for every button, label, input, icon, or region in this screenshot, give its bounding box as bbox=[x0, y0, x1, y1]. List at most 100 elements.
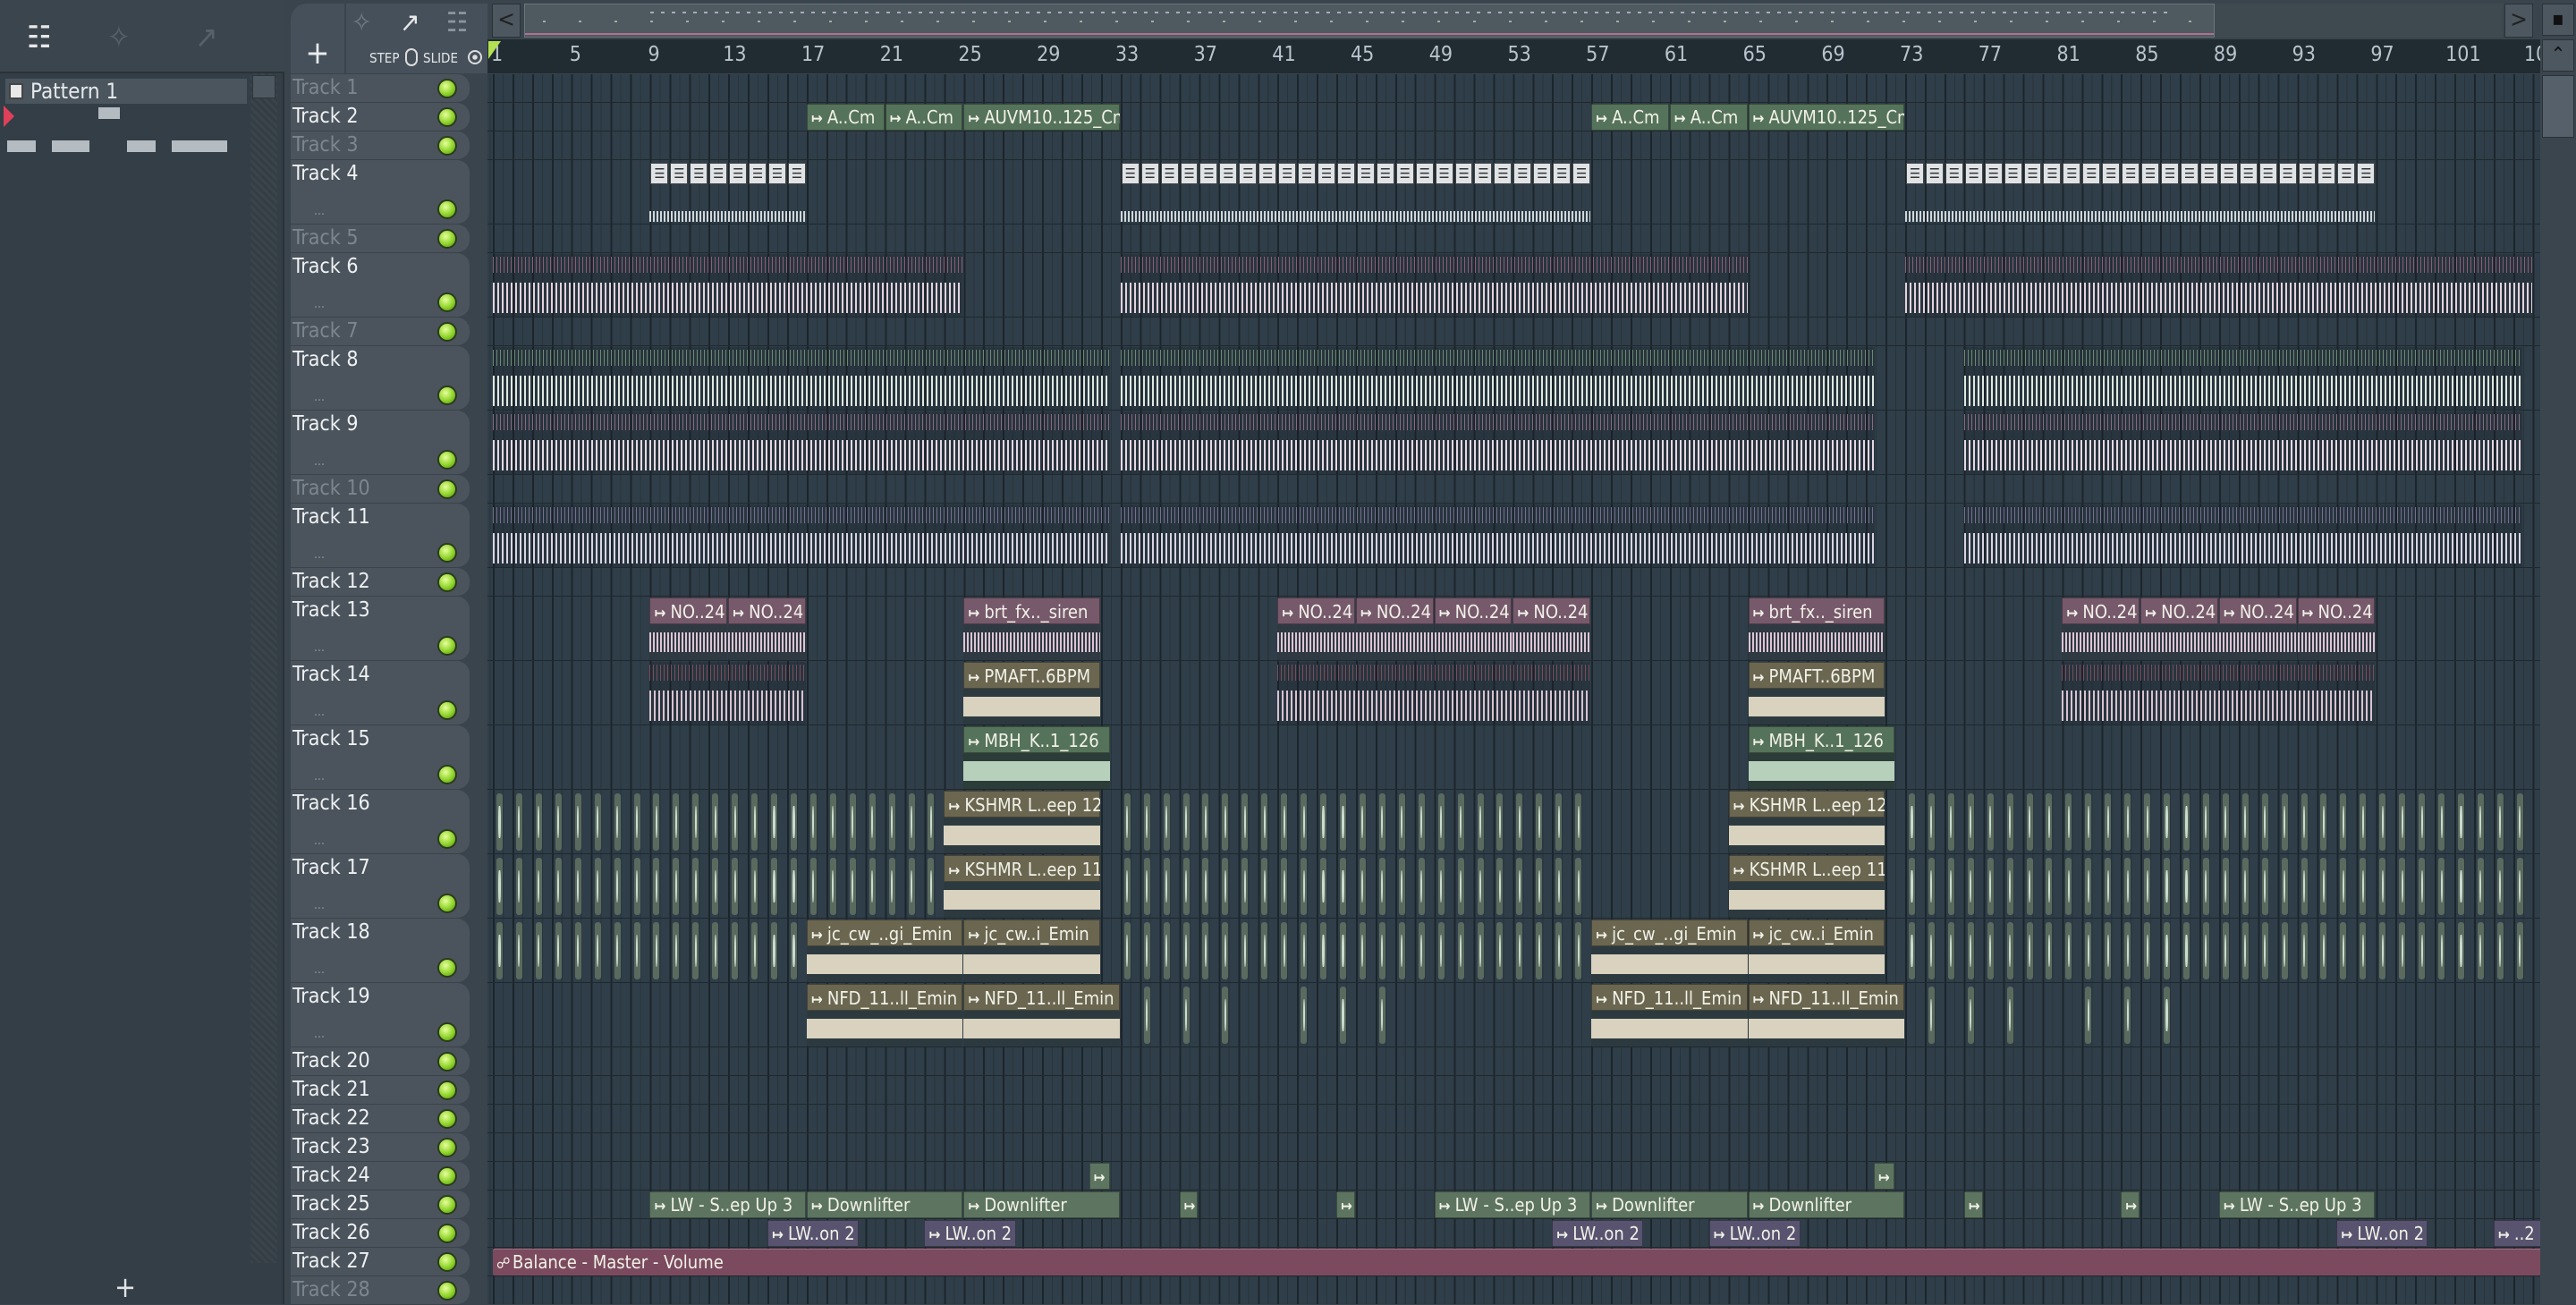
clip-blip[interactable] bbox=[2124, 922, 2131, 979]
audio-clip[interactable]: ↦ bbox=[1873, 1163, 1894, 1190]
clip-blip[interactable] bbox=[869, 858, 876, 915]
track-header[interactable]: Track 25 bbox=[291, 1191, 470, 1219]
clip-blip[interactable] bbox=[2065, 858, 2072, 915]
clip-blip[interactable] bbox=[1202, 793, 1209, 851]
track-name[interactable]: Track 22 bbox=[292, 1106, 370, 1130]
track-lane[interactable] bbox=[487, 1076, 2540, 1105]
pattern-clip[interactable]: ☰ ☰ ☰ ☰ ☰ ☰ ☰ ☰ bbox=[649, 161, 806, 224]
audio-clip[interactable]: ↦ LW..on 2 bbox=[767, 1220, 860, 1247]
track-name[interactable]: Track 3 bbox=[292, 133, 359, 157]
clip-blip[interactable] bbox=[869, 793, 876, 851]
audio-clip[interactable]: ↦ NFD_11..ll_Emin bbox=[806, 984, 963, 1047]
clip-blip[interactable] bbox=[1967, 987, 1974, 1044]
track-header[interactable]: Track 15... bbox=[291, 725, 470, 790]
audio-clip[interactable]: ↦ Downlifter bbox=[806, 1191, 963, 1218]
audio-clip[interactable] bbox=[493, 254, 963, 317]
track-header[interactable]: Track 6... bbox=[291, 253, 470, 318]
clip-blip[interactable] bbox=[1378, 987, 1385, 1044]
audio-clip[interactable]: ↦ KSHMR L..eep 12 bbox=[1728, 791, 1885, 853]
clip-blip[interactable] bbox=[2379, 922, 2386, 979]
track-header[interactable]: Track 7 bbox=[291, 318, 470, 346]
clip-blip[interactable] bbox=[1928, 858, 1935, 915]
audio-clip[interactable]: ↦ NO..24 bbox=[1513, 597, 1591, 660]
audio-clip[interactable]: ↦ A..Cm bbox=[806, 104, 885, 131]
clip-blip[interactable] bbox=[2399, 922, 2406, 979]
clip-blip[interactable] bbox=[2516, 922, 2523, 979]
clip-blip[interactable] bbox=[2144, 858, 2151, 915]
clip-blip[interactable] bbox=[1182, 922, 1190, 979]
clip-blip[interactable] bbox=[2419, 858, 2426, 915]
clip-blip[interactable] bbox=[2458, 858, 2464, 915]
audio-clip[interactable]: ↦ NO..24 bbox=[2062, 597, 2140, 660]
pattern-clip[interactable]: ☰ ☰ ☰ ☰ ☰ ☰ ☰ ☰ ☰ ☰ ☰ ☰ ☰ ☰ ☰ ☰ ☰ ☰ ☰ ☰ ☰ ☰ ☰ ☰ bbox=[1120, 161, 1591, 224]
clip-blip[interactable] bbox=[1947, 858, 1954, 915]
clip-blip[interactable] bbox=[574, 858, 581, 915]
track-mute-led[interactable] bbox=[437, 1022, 457, 1042]
automation-icon[interactable]: ↗ bbox=[400, 7, 420, 38]
clip-blip[interactable] bbox=[2477, 922, 2484, 979]
clip-blip[interactable] bbox=[1163, 922, 1170, 979]
audio-clip[interactable]: ↦ MBH_K..1_126 bbox=[1748, 726, 1894, 789]
playlist-overview[interactable] bbox=[524, 4, 2215, 38]
clip-blip[interactable] bbox=[1222, 987, 1229, 1044]
clip-blip[interactable] bbox=[2516, 858, 2523, 915]
clip-blip[interactable] bbox=[633, 858, 640, 915]
pattern-scrollbar[interactable] bbox=[250, 73, 277, 1263]
audio-clip[interactable]: ↦ brt_fx.._siren bbox=[963, 597, 1100, 660]
clip-blip[interactable] bbox=[692, 922, 699, 979]
track-mute-led[interactable] bbox=[437, 479, 457, 499]
clip-blip[interactable] bbox=[2202, 858, 2209, 915]
clip-blip[interactable] bbox=[2046, 858, 2053, 915]
audio-clip[interactable] bbox=[493, 504, 1110, 567]
clip-blip[interactable] bbox=[2419, 793, 2426, 851]
track-more[interactable]: ... bbox=[314, 390, 325, 404]
clip-blip[interactable] bbox=[2164, 922, 2171, 979]
audio-clip[interactable]: ↦ NO..24 bbox=[1434, 597, 1513, 660]
clip-blip[interactable] bbox=[1320, 922, 1327, 979]
track-more[interactable]: ... bbox=[314, 640, 325, 655]
slide-toggle[interactable] bbox=[468, 50, 482, 64]
audio-clip[interactable] bbox=[1963, 411, 2522, 474]
clip-blip[interactable] bbox=[1437, 793, 1445, 851]
track-name[interactable]: Track 9 bbox=[292, 412, 359, 436]
clip-blip[interactable] bbox=[2438, 922, 2445, 979]
clip-blip[interactable] bbox=[2340, 858, 2347, 915]
audio-clip[interactable]: ↦ NFD_11..ll_Emin bbox=[963, 984, 1120, 1047]
track-mute-led[interactable] bbox=[437, 765, 457, 784]
clip-blip[interactable] bbox=[1516, 922, 1523, 979]
scroll-up-button[interactable]: ⌃ bbox=[2542, 39, 2574, 72]
clip-blip[interactable] bbox=[1163, 858, 1170, 915]
track-name[interactable]: Track 25 bbox=[292, 1192, 370, 1216]
track-header[interactable]: Track 4... bbox=[291, 160, 470, 225]
clip-blip[interactable] bbox=[2046, 793, 2053, 851]
vertical-scrollbar[interactable] bbox=[2540, 0, 2576, 1304]
clip-blip[interactable] bbox=[2065, 793, 2072, 851]
audio-clip[interactable]: ↦ AUVM10..125_Cm bbox=[1748, 104, 1904, 131]
clip-blip[interactable] bbox=[614, 793, 621, 851]
track-more[interactable]: ... bbox=[314, 204, 325, 218]
audio-clip[interactable]: ↦ LW..on 2 bbox=[2336, 1220, 2428, 1247]
track-name[interactable]: Track 6 bbox=[292, 255, 359, 278]
clip-blip[interactable] bbox=[692, 858, 699, 915]
audio-clip[interactable] bbox=[649, 662, 806, 725]
vertical-scroll-thumb[interactable] bbox=[2542, 75, 2574, 138]
add-pattern-button[interactable]: + bbox=[114, 1270, 136, 1304]
clip-blip[interactable] bbox=[2496, 858, 2504, 915]
audio-clip[interactable]: ↦ NO..24 bbox=[728, 597, 806, 660]
clip-blip[interactable] bbox=[1496, 793, 1504, 851]
track-header[interactable]: Track 17... bbox=[291, 854, 470, 919]
clip-blip[interactable] bbox=[2360, 922, 2367, 979]
clip-blip[interactable] bbox=[1281, 858, 1288, 915]
audio-clip[interactable] bbox=[1120, 254, 1748, 317]
clip-blip[interactable] bbox=[751, 793, 758, 851]
track-mute-led[interactable] bbox=[437, 386, 457, 405]
audio-clip[interactable] bbox=[1120, 411, 1876, 474]
clip-blip[interactable] bbox=[2006, 793, 2013, 851]
track-header[interactable]: Track 1 bbox=[291, 74, 470, 103]
track-header[interactable]: Track 19... bbox=[291, 983, 470, 1047]
clip-blip[interactable] bbox=[1261, 858, 1268, 915]
clip-blip[interactable] bbox=[1437, 922, 1445, 979]
clip-blip[interactable] bbox=[751, 858, 758, 915]
clip-blip[interactable] bbox=[712, 858, 719, 915]
clip-blip[interactable] bbox=[1123, 922, 1131, 979]
